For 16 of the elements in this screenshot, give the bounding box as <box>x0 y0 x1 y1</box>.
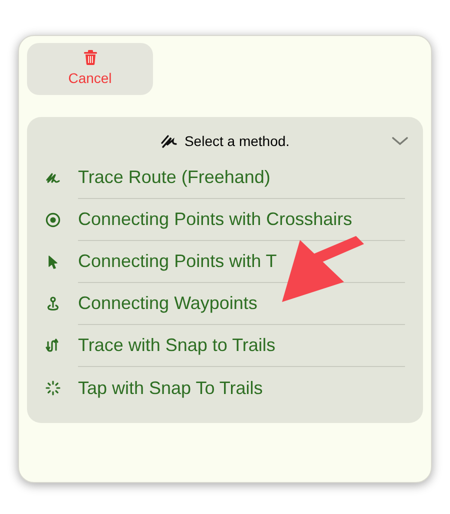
method-option[interactable]: Trace with Snap to Trails <box>78 332 276 359</box>
method-dropdown-header[interactable]: Select a method. <box>45 129 405 153</box>
path-arrows-icon <box>45 338 61 354</box>
method-option[interactable]: Connecting Points with T <box>78 248 277 275</box>
squiggle-icon <box>45 170 61 186</box>
signature-icon <box>160 133 178 149</box>
pin-icon <box>45 296 61 312</box>
method-option[interactable]: Connecting Waypoints <box>78 290 258 317</box>
method-option[interactable]: Tap with Snap To Trails <box>78 374 263 402</box>
cancel-button[interactable]: Cancel <box>27 43 153 95</box>
method-option[interactable]: Connecting Points with Crosshairs <box>78 206 352 233</box>
method-option[interactable]: Trace Route (Freehand) <box>78 164 270 191</box>
target-icon <box>45 212 61 228</box>
trash-icon <box>84 50 96 64</box>
sparkle-icon <box>45 380 61 396</box>
chevron-icon <box>391 136 409 146</box>
